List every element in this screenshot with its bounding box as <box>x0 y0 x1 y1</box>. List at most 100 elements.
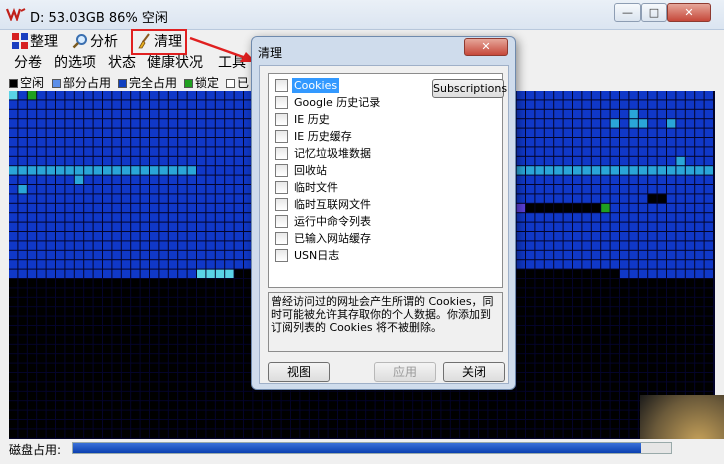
disk-cluster-block <box>197 232 206 241</box>
disk-cluster-block <box>516 203 525 213</box>
subscriptions-button[interactable]: Subscriptions <box>432 79 507 98</box>
disk-cluster-block <box>197 279 206 288</box>
dialog-close-button[interactable]: ✕ <box>464 38 508 56</box>
disk-cluster-block <box>187 213 196 222</box>
checkbox[interactable] <box>275 164 288 177</box>
disk-cluster-block <box>563 119 572 128</box>
disk-cluster-block <box>9 194 18 203</box>
disk-cluster-block <box>56 213 65 222</box>
disk-cluster-block <box>516 166 525 175</box>
disk-cluster-block <box>676 269 685 278</box>
disk-cluster-block <box>610 297 619 307</box>
disk-cluster-block <box>601 91 610 100</box>
disk-cluster-block <box>27 109 37 119</box>
maximize-button[interactable]: □ <box>641 3 667 22</box>
disk-cluster-block <box>563 194 572 203</box>
disk-cluster-block <box>187 269 196 278</box>
disk-cluster-block <box>441 410 450 419</box>
checkbox[interactable] <box>275 113 288 126</box>
disk-cluster-block <box>140 100 149 109</box>
disk-cluster-block <box>197 326 206 335</box>
checkbox[interactable] <box>275 249 288 262</box>
disk-cluster-block <box>103 420 112 429</box>
disk-cluster-block <box>46 156 55 166</box>
disk-cluster-block <box>168 382 178 391</box>
disk-cluster-block <box>103 401 112 410</box>
disk-cluster-block <box>667 232 676 241</box>
disk-cluster-block <box>215 119 225 128</box>
disk-cluster-block <box>554 354 563 363</box>
disk-cluster-block <box>676 279 685 288</box>
disk-cluster-block <box>272 420 281 429</box>
disk-cluster-block <box>554 410 563 419</box>
apply-button[interactable]: 应用 <box>374 362 436 382</box>
disk-cluster-block <box>667 128 676 137</box>
close-dialog-button[interactable]: 关闭 <box>443 362 505 382</box>
disk-cluster-block <box>225 382 234 391</box>
disk-cluster-block <box>234 203 243 213</box>
disk-cluster-block <box>601 410 610 419</box>
disk-cluster-block <box>206 429 215 438</box>
defrag-button[interactable]: 整理 <box>12 32 58 52</box>
checkbox[interactable] <box>275 96 288 109</box>
disk-cluster-block <box>526 391 535 401</box>
menu-status[interactable]: 状态 <box>108 53 136 73</box>
disk-cluster-block <box>168 420 178 429</box>
disk-cluster-block <box>74 213 84 222</box>
disk-cluster-block <box>291 410 300 419</box>
checkbox[interactable] <box>275 181 288 194</box>
disk-cluster-block <box>140 109 149 119</box>
disk-cluster-block <box>103 138 112 147</box>
analyze-label: 分析 <box>90 34 118 50</box>
disk-cluster-block <box>272 429 281 438</box>
disk-cluster-block <box>554 109 563 119</box>
disk-cluster-block <box>601 269 610 278</box>
disk-cluster-block <box>563 269 572 278</box>
disk-cluster-block <box>121 241 131 250</box>
disk-cluster-block <box>526 128 535 137</box>
disk-cluster-block <box>112 391 121 401</box>
disk-cluster-block <box>150 241 159 250</box>
menu-tools[interactable]: 工具 <box>218 53 246 73</box>
disk-cluster-block <box>65 297 74 307</box>
disk-cluster-block <box>582 138 591 147</box>
disk-cluster-block <box>535 382 544 391</box>
disk-cluster-block <box>131 391 140 401</box>
disk-cluster-block <box>563 213 572 222</box>
disk-cluster-block <box>704 269 713 278</box>
disk-cluster-block <box>140 344 149 354</box>
disk-cluster-block <box>657 194 666 203</box>
disk-cluster-block <box>56 279 65 288</box>
disk-cluster-block <box>93 128 102 137</box>
disk-cluster-block <box>469 429 478 438</box>
disk-cluster-block <box>84 241 93 250</box>
disk-cluster-block <box>591 401 601 410</box>
analyze-button[interactable]: 分析 <box>72 32 118 52</box>
disk-cluster-block <box>46 109 55 119</box>
menu-health[interactable]: 健康状况 <box>147 53 203 73</box>
disk-cluster-block <box>112 194 121 203</box>
close-button[interactable]: ✕ <box>667 3 711 22</box>
disk-cluster-block <box>112 344 121 354</box>
checkbox[interactable] <box>275 198 288 211</box>
checkbox[interactable] <box>275 147 288 160</box>
minimize-button[interactable]: — <box>614 3 641 22</box>
disk-cluster-block <box>281 429 290 438</box>
disk-cluster-block <box>685 91 695 100</box>
disk-cluster-block <box>648 185 657 194</box>
checkbox[interactable] <box>275 79 288 92</box>
disk-cluster-block <box>18 391 27 401</box>
checkbox[interactable] <box>275 232 288 245</box>
clean-button[interactable]: 清理 <box>131 29 187 55</box>
disk-cluster-block <box>676 100 685 109</box>
disk-cluster-block <box>629 119 638 128</box>
view-button[interactable]: 视图 <box>268 362 330 382</box>
menu-volume[interactable]: 分卷 <box>14 53 42 73</box>
disk-cluster-block <box>610 232 619 241</box>
disk-cluster-block <box>563 382 572 391</box>
disk-cluster-block <box>432 420 441 429</box>
disk-cluster-block <box>544 401 554 410</box>
checkbox[interactable] <box>275 215 288 228</box>
menu-options[interactable]: 的选项 <box>54 53 96 73</box>
checkbox[interactable] <box>275 130 288 143</box>
